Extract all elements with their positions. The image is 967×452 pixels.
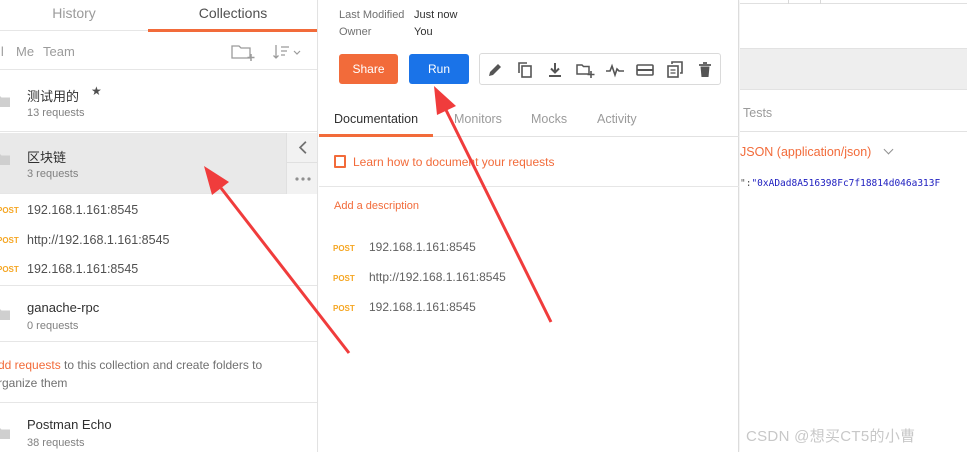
divider bbox=[740, 131, 967, 132]
sidebar-tabs: History Collections bbox=[0, 0, 317, 32]
collection-count: 0 requests bbox=[27, 320, 79, 332]
divider bbox=[319, 186, 739, 187]
request-item[interactable]: POST 192.168.1.161:8545 bbox=[0, 197, 317, 225]
method-badge: POST bbox=[333, 244, 355, 253]
tab-history[interactable]: History bbox=[0, 0, 148, 31]
delete-icon[interactable] bbox=[695, 60, 715, 80]
tab-mocks[interactable]: Mocks bbox=[531, 112, 567, 126]
learn-docs-text: Learn how to document your requests bbox=[353, 155, 555, 169]
folder-icon bbox=[0, 96, 10, 107]
request-url: 192.168.1.161:8545 bbox=[27, 203, 139, 217]
owner-label: Owner bbox=[339, 26, 372, 38]
monitor-icon[interactable] bbox=[605, 60, 625, 80]
copy-icon[interactable] bbox=[665, 60, 685, 80]
learn-docs-link[interactable]: Learn how to document your requests bbox=[334, 155, 554, 169]
request-builder-background: Tests JSON (application/json) ":"0xADad8… bbox=[740, 0, 967, 452]
collection-name: ganache-rpc bbox=[27, 300, 100, 315]
add-folder-icon[interactable] bbox=[575, 60, 595, 80]
last-modified-value: Just now bbox=[414, 9, 458, 21]
collection-count: 38 requests bbox=[27, 437, 85, 449]
request-url: http://192.168.1.161:8545 bbox=[369, 270, 506, 284]
last-modified-label: Last Modified bbox=[339, 9, 405, 21]
star-icon[interactable]: ★ bbox=[91, 84, 102, 98]
collection-tabs: Documentation Monitors Mocks Activity bbox=[318, 104, 739, 137]
request-url: 192.168.1.161:8545 bbox=[369, 300, 476, 314]
collection-toolbar bbox=[479, 53, 721, 85]
request-url: http://192.168.1.161:8545 bbox=[27, 233, 170, 247]
request-url: 192.168.1.161:8545 bbox=[27, 262, 139, 276]
more-icon[interactable] bbox=[287, 164, 318, 194]
method-badge: POST bbox=[333, 274, 355, 283]
body-type-select[interactable]: JSON (application/json) bbox=[740, 144, 894, 159]
divider bbox=[788, 0, 789, 4]
collection-filter-bar: ll Me Team bbox=[0, 32, 317, 70]
collection-name: 区块链 bbox=[27, 150, 67, 165]
add-description-link[interactable]: Add a description bbox=[334, 200, 419, 212]
watermark: CSDN @想买CT5的小曹 bbox=[746, 428, 916, 445]
hint-text: to this collection and create folders to bbox=[60, 358, 263, 372]
code-value: "0xADad8A516398Fc7f18814d046a313F bbox=[751, 178, 941, 189]
method-badge: POST bbox=[0, 265, 19, 274]
book-icon bbox=[334, 155, 346, 168]
folder-icon bbox=[0, 309, 10, 320]
collection-side-actions bbox=[286, 133, 318, 194]
collection-item[interactable]: Postman Echo 38 requests bbox=[0, 403, 317, 452]
share-button[interactable]: Share bbox=[339, 54, 398, 84]
run-button[interactable]: Run bbox=[409, 54, 469, 84]
filter-all[interactable]: ll bbox=[0, 44, 4, 59]
mock-icon[interactable] bbox=[635, 60, 655, 80]
collection-name: 测试用的 bbox=[27, 89, 80, 104]
filter-team[interactable]: Team bbox=[43, 44, 75, 59]
request-item[interactable]: POST 192.168.1.161:8545 bbox=[0, 256, 317, 284]
collection-item[interactable]: ganache-rpc 0 requests bbox=[0, 286, 317, 342]
divider bbox=[820, 0, 821, 4]
collection-item[interactable]: 测试用的 13 requests bbox=[0, 71, 317, 132]
tab-documentation[interactable]: Documentation bbox=[318, 112, 434, 137]
sidebar: History Collections ll Me Team 测试用的 13 r… bbox=[0, 0, 318, 452]
sort-icon[interactable] bbox=[272, 42, 302, 62]
add-requests-link[interactable]: dd requests bbox=[0, 358, 61, 372]
code-key: ": bbox=[740, 178, 752, 189]
tab-collections[interactable]: Collections bbox=[148, 0, 317, 32]
collection-count: 3 requests bbox=[27, 168, 79, 180]
method-badge: POST bbox=[333, 304, 355, 313]
request-item[interactable]: POST http://192.168.1.161:8545 bbox=[0, 227, 317, 255]
new-folder-icon[interactable] bbox=[230, 42, 256, 62]
method-badge: POST bbox=[0, 206, 19, 215]
request-body-code[interactable]: ":"0xADad8A516398Fc7f18814d046a313F bbox=[740, 178, 940, 189]
download-icon[interactable] bbox=[545, 60, 565, 80]
method-badge: POST bbox=[0, 236, 19, 245]
collection-name: Postman Echo bbox=[27, 417, 112, 432]
chevron-left-icon[interactable] bbox=[287, 133, 318, 163]
tab-activity[interactable]: Activity bbox=[597, 112, 637, 126]
owner-value: You bbox=[414, 26, 433, 38]
url-bar-edge bbox=[740, 0, 967, 4]
folder-icon bbox=[0, 428, 10, 439]
tab-monitors[interactable]: Monitors bbox=[454, 112, 502, 126]
filter-me[interactable]: Me bbox=[16, 44, 34, 59]
tab-tests[interactable]: Tests bbox=[743, 106, 772, 120]
chevron-down-icon bbox=[883, 144, 894, 155]
edit-icon[interactable] bbox=[485, 60, 505, 80]
collection-item-selected[interactable]: 区块链 3 requests bbox=[0, 133, 317, 194]
empty-collection-hint: dd requests to this collection and creat… bbox=[0, 356, 298, 392]
collection-count: 13 requests bbox=[27, 107, 85, 119]
request-url: 192.168.1.161:8545 bbox=[369, 240, 476, 254]
folder-icon bbox=[0, 154, 10, 165]
request-toolbar-band bbox=[740, 48, 967, 90]
body-type-label: JSON (application/json) bbox=[740, 145, 872, 159]
collection-details-panel: Last Modified Just now Owner You Share R… bbox=[318, 0, 739, 452]
hint-text-2: rganize them bbox=[0, 376, 68, 390]
duplicate-icon[interactable] bbox=[515, 60, 535, 80]
